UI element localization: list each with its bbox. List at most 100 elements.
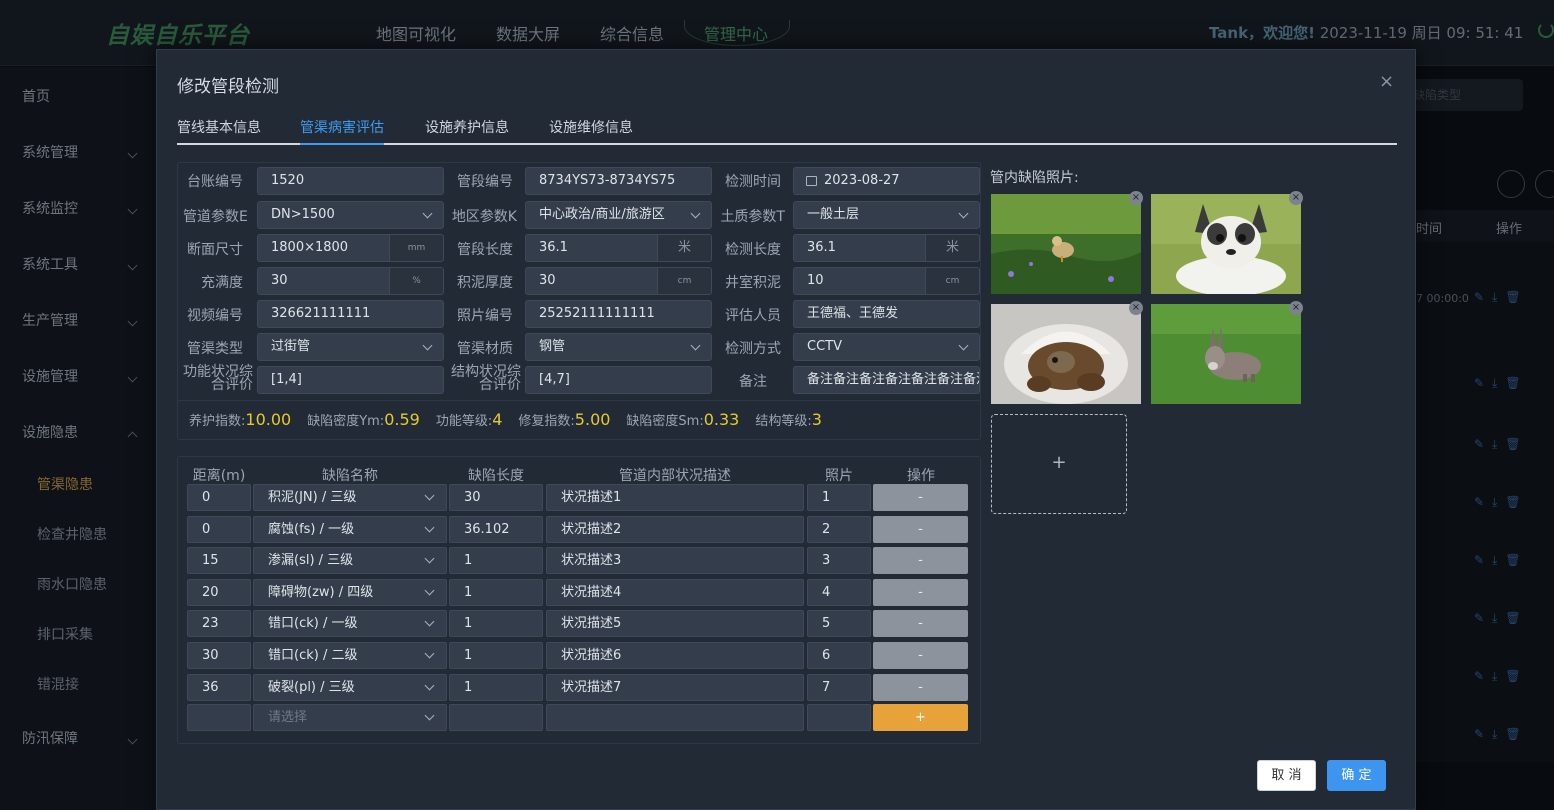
remove-row-button[interactable]: - bbox=[873, 642, 968, 669]
defect-photo-field[interactable]: 2 bbox=[807, 516, 871, 543]
defect-name-select[interactable]: 腐蚀(fs) / 一级 bbox=[253, 516, 447, 543]
defect-name-select[interactable]: 错口(ck) / 二级 bbox=[253, 642, 447, 669]
defect-photo-field[interactable]: 5 bbox=[807, 610, 871, 637]
confirm-button[interactable]: 确 定 bbox=[1327, 760, 1386, 791]
tab-facility-repair[interactable]: 设施维修信息 bbox=[549, 117, 633, 145]
defect-distance-field[interactable]: 0 bbox=[187, 484, 251, 511]
defect-photo-donkey[interactable] bbox=[1151, 304, 1301, 404]
defect-name-select-value: 积泥(JN) / 三级 bbox=[268, 490, 357, 505]
defect-name-select[interactable]: 渗漏(sl) / 三级 bbox=[253, 547, 447, 574]
close-icon[interactable]: × bbox=[1379, 72, 1394, 92]
soil-param-select[interactable]: 一般土层 bbox=[793, 201, 980, 229]
evaluator-label: 评估人员 bbox=[725, 308, 781, 324]
defect-photo-field[interactable]: 4 bbox=[807, 579, 871, 606]
chevron-down-icon bbox=[424, 522, 435, 533]
tab-channel-disease[interactable]: 管渠病害评估 bbox=[300, 117, 384, 145]
chevron-down-icon bbox=[424, 616, 435, 627]
defect-photo-turtle[interactable] bbox=[991, 304, 1141, 404]
defect-name-select[interactable]: 积泥(JN) / 三级 bbox=[253, 484, 447, 511]
defect-length-field[interactable]: 1 bbox=[449, 547, 543, 574]
fill-value: 30 bbox=[271, 273, 288, 288]
seg-len-field[interactable]: 36.1 米 bbox=[525, 234, 712, 262]
defect-distance-field[interactable]: 15 bbox=[187, 547, 251, 574]
cancel-button[interactable]: 取 消 bbox=[1257, 760, 1316, 791]
remove-row-button[interactable]: - bbox=[873, 579, 968, 606]
remove-photo-icon[interactable]: × bbox=[1289, 191, 1303, 205]
defect-description-field[interactable]: 状况描述5 bbox=[546, 610, 804, 637]
well-silt-field[interactable]: 10 cm bbox=[793, 267, 980, 295]
ym-value: 0.59 bbox=[384, 410, 420, 429]
area-param-select[interactable]: 中心政治/商业/旅游区 bbox=[525, 201, 712, 229]
segment-no-field[interactable]: 8734YS73-8734YS75 bbox=[525, 167, 712, 195]
tab-pipeline-basic[interactable]: 管线基本信息 bbox=[177, 117, 261, 145]
defect-name-select-value: 腐蚀(fs) / 一级 bbox=[268, 522, 355, 537]
defect-description-field[interactable]: 状况描述7 bbox=[546, 674, 804, 701]
defect-length-field[interactable]: 1 bbox=[449, 674, 543, 701]
defect-name-select-value: 错口(ck) / 一级 bbox=[268, 616, 358, 631]
remove-photo-icon[interactable]: × bbox=[1289, 301, 1303, 315]
defect-photo-field[interactable]: 1 bbox=[807, 484, 871, 511]
remove-row-button[interactable]: - bbox=[873, 547, 968, 574]
col-defect-name: 缺陷名称 bbox=[322, 468, 378, 484]
defect-length-field[interactable]: 1 bbox=[449, 579, 543, 606]
silt-field[interactable]: 30 cm bbox=[525, 267, 712, 295]
col-distance: 距离(m) bbox=[192, 468, 246, 484]
defect-length-field[interactable]: 1 bbox=[449, 610, 543, 637]
defect-length-field[interactable]: 36.102 bbox=[449, 516, 543, 543]
remove-photo-icon[interactable]: × bbox=[1129, 191, 1143, 205]
defect-length-field[interactable]: 1 bbox=[449, 642, 543, 669]
defect-name-select[interactable]: 破裂(pl) / 三级 bbox=[253, 674, 447, 701]
defect-photo-field[interactable]: 3 bbox=[807, 547, 871, 574]
det-len-field[interactable]: 36.1 米 bbox=[793, 234, 980, 262]
fill-field[interactable]: 30% bbox=[257, 267, 444, 295]
remark-field[interactable]: 备注备注备注备注备注备注备注 bbox=[793, 366, 980, 394]
remove-row-button[interactable]: - bbox=[873, 516, 968, 543]
defect-distance-field[interactable]: 23 bbox=[187, 610, 251, 637]
defect-photo-duckling[interactable] bbox=[991, 194, 1141, 294]
defect-description-field[interactable]: 状况描述6 bbox=[546, 642, 804, 669]
new-length-field[interactable] bbox=[449, 704, 543, 731]
remove-row-button[interactable]: - bbox=[873, 674, 968, 701]
defect-name-select-value: 渗漏(sl) / 三级 bbox=[268, 553, 354, 568]
upload-photo-button[interactable]: + bbox=[991, 414, 1127, 514]
material-select[interactable]: 钢管 bbox=[525, 333, 712, 361]
defect-name-select[interactable]: 错口(ck) / 一级 bbox=[253, 610, 447, 637]
remove-row-button[interactable]: - bbox=[873, 484, 968, 511]
remove-photo-icon[interactable]: × bbox=[1129, 301, 1143, 315]
defect-description-field[interactable]: 状况描述1 bbox=[546, 484, 804, 511]
defect-description-field[interactable]: 状况描述2 bbox=[546, 516, 804, 543]
defect-photo-field[interactable]: 7 bbox=[807, 674, 871, 701]
defect-photo-dog[interactable] bbox=[1151, 194, 1301, 294]
photo-no-field[interactable]: 25252111111111 bbox=[525, 300, 712, 328]
defect-description-field[interactable]: 状况描述4 bbox=[546, 579, 804, 606]
defect-distance-field[interactable]: 36 bbox=[187, 674, 251, 701]
defect-distance-field[interactable]: 30 bbox=[187, 642, 251, 669]
defect-distance-field[interactable]: 0 bbox=[187, 516, 251, 543]
method-select[interactable]: CCTV bbox=[793, 333, 980, 361]
channel-type-select[interactable]: 过街管 bbox=[257, 333, 444, 361]
video-no-field[interactable]: 326621111111 bbox=[257, 300, 444, 328]
func-eval-field[interactable]: [1,4] bbox=[257, 366, 444, 394]
evaluator-field[interactable]: 王德福、王德发 bbox=[793, 300, 980, 328]
seg-len-label: 管段长度 bbox=[457, 242, 513, 258]
ledger-no-field[interactable]: 1520 bbox=[257, 167, 444, 195]
remove-row-button[interactable]: - bbox=[873, 610, 968, 637]
defect-distance-field[interactable]: 20 bbox=[187, 579, 251, 606]
defect-length-field[interactable]: 30 bbox=[449, 484, 543, 511]
silt-value: 30 bbox=[539, 273, 556, 288]
new-defect-select[interactable]: 请选择 bbox=[253, 704, 447, 731]
add-row-button[interactable]: + bbox=[873, 704, 968, 731]
detect-time-picker[interactable]: 2023-08-27 bbox=[793, 167, 980, 195]
defect-photo-field[interactable]: 6 bbox=[807, 642, 871, 669]
sm-value: 0.33 bbox=[703, 410, 740, 429]
tab-facility-maintenance[interactable]: 设施养护信息 bbox=[425, 117, 509, 145]
struct-eval-field[interactable]: [4,7] bbox=[525, 366, 712, 394]
pipe-param-select[interactable]: DN>1500 bbox=[257, 201, 444, 229]
defect-name-select[interactable]: 障碍物(zw) / 四级 bbox=[253, 579, 447, 606]
section-field[interactable]: 1800×1800 mm bbox=[257, 234, 444, 262]
new-description-field[interactable] bbox=[546, 704, 804, 731]
defect-description-field[interactable]: 状况描述3 bbox=[546, 547, 804, 574]
new-photo-field[interactable] bbox=[807, 704, 871, 731]
edit-segment-dialog: 修改管段检测 × 管线基本信息 管渠病害评估 设施养护信息 设施维修信息 台账编… bbox=[156, 49, 1416, 810]
new-distance-field[interactable] bbox=[187, 704, 251, 731]
